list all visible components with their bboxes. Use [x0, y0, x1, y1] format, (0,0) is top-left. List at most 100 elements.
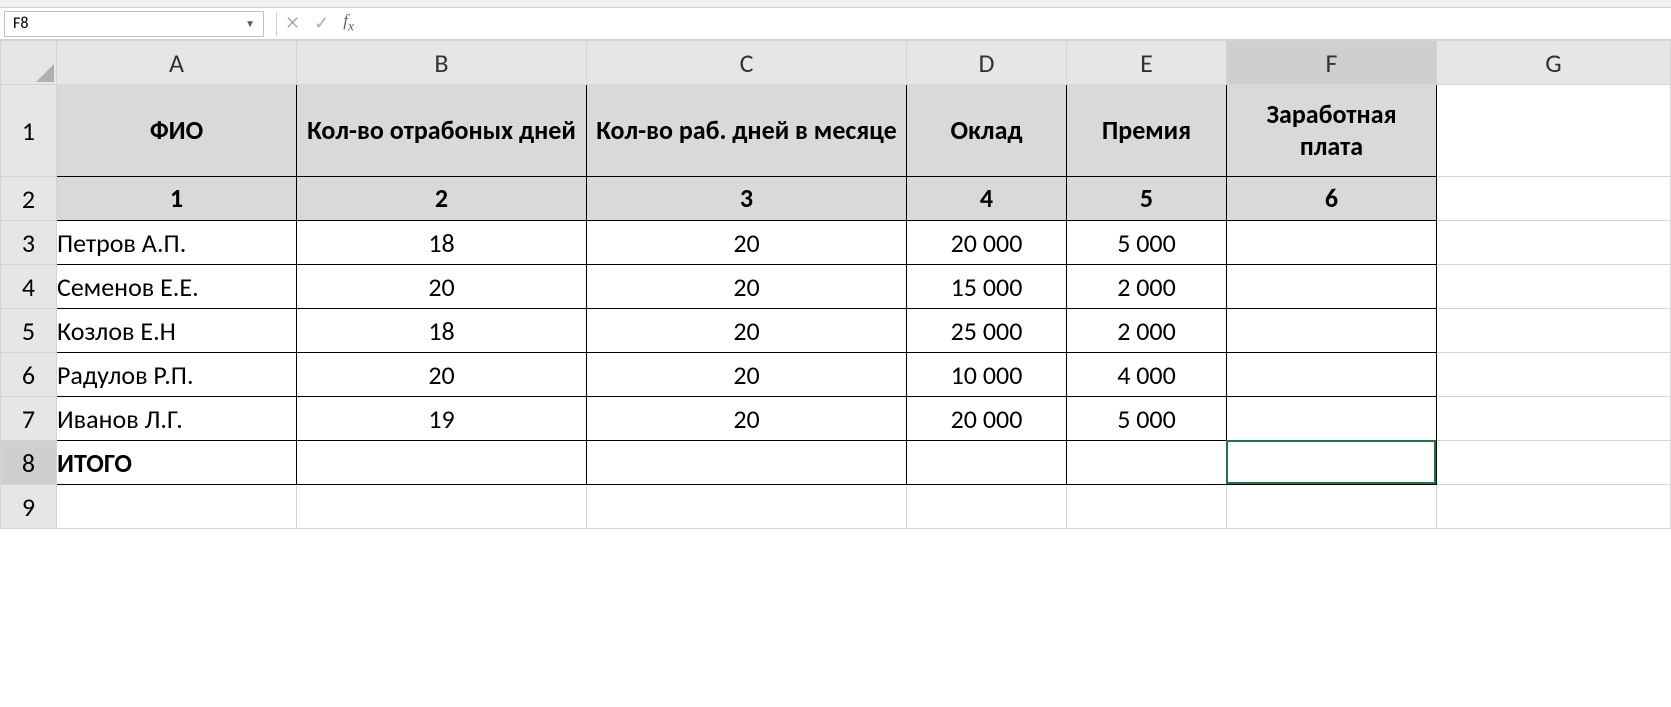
- cell-F2[interactable]: 6: [1227, 177, 1437, 221]
- cell-E2[interactable]: 5: [1067, 177, 1227, 221]
- cancel-icon: ✕: [285, 13, 300, 34]
- row-header-6[interactable]: 6: [1, 353, 57, 397]
- cell-G3[interactable]: [1437, 221, 1671, 265]
- cell-E4[interactable]: 2 000: [1067, 265, 1227, 309]
- col-header-C[interactable]: C: [587, 41, 907, 85]
- cell-E1[interactable]: Премия: [1067, 85, 1227, 177]
- cell-B1[interactable]: Кол-во отрабоных дней: [297, 85, 587, 177]
- cell-F7[interactable]: [1227, 397, 1437, 441]
- row-header-7[interactable]: 7: [1, 397, 57, 441]
- cell-E6[interactable]: 4 000: [1067, 353, 1227, 397]
- cell-D6[interactable]: 10 000: [907, 353, 1067, 397]
- col-header-D[interactable]: D: [907, 41, 1067, 85]
- table-row: 7 Иванов Л.Г. 19 20 20 000 5 000: [1, 397, 1671, 441]
- row-header-3[interactable]: 3: [1, 221, 57, 265]
- cell-B5[interactable]: 18: [297, 309, 587, 353]
- row-header-9[interactable]: 9: [1, 485, 57, 529]
- cell-B9[interactable]: [297, 485, 587, 529]
- cell-E9[interactable]: [1067, 485, 1227, 529]
- cell-C3[interactable]: 20: [587, 221, 907, 265]
- column-header-row: A B C D E F G: [1, 41, 1671, 85]
- cell-D7[interactable]: 20 000: [907, 397, 1067, 441]
- table-row: 9: [1, 485, 1671, 529]
- cell-G9[interactable]: [1437, 485, 1671, 529]
- cell-A7[interactable]: Иванов Л.Г.: [57, 397, 297, 441]
- cell-G7[interactable]: [1437, 397, 1671, 441]
- cell-B8[interactable]: [297, 441, 587, 485]
- cell-F8[interactable]: [1227, 441, 1437, 485]
- row-header-1[interactable]: 1: [1, 85, 57, 177]
- cell-D9[interactable]: [907, 485, 1067, 529]
- row-header-4[interactable]: 4: [1, 265, 57, 309]
- cell-A3[interactable]: Петров А.П.: [57, 221, 297, 265]
- cell-C4[interactable]: 20: [587, 265, 907, 309]
- spreadsheet-grid[interactable]: A B C D E F G 1 ФИО Кол-во отрабоных дне…: [0, 40, 1671, 529]
- divider: [276, 12, 277, 36]
- cell-D1[interactable]: Оклад: [907, 85, 1067, 177]
- chevron-down-icon: ▼: [245, 17, 255, 30]
- cell-G1[interactable]: [1437, 85, 1671, 177]
- col-header-E[interactable]: E: [1067, 41, 1227, 85]
- table-row: 6 Радулов Р.П. 20 20 10 000 4 000: [1, 353, 1671, 397]
- cell-B3[interactable]: 18: [297, 221, 587, 265]
- cell-C7[interactable]: 20: [587, 397, 907, 441]
- col-header-A[interactable]: A: [57, 41, 297, 85]
- select-all-corner[interactable]: [1, 41, 57, 85]
- cell-G5[interactable]: [1437, 309, 1671, 353]
- name-box-bar: F8 ▼ ✕ ✓ fx: [0, 8, 1671, 40]
- row-header-2[interactable]: 2: [1, 177, 57, 221]
- cell-F5[interactable]: [1227, 309, 1437, 353]
- cell-E3[interactable]: 5 000: [1067, 221, 1227, 265]
- ribbon-bottom-edge: [0, 0, 1671, 8]
- cell-C6[interactable]: 20: [587, 353, 907, 397]
- cell-G8[interactable]: [1437, 441, 1671, 485]
- cell-C9[interactable]: [587, 485, 907, 529]
- cell-A6[interactable]: Радулов Р.П.: [57, 353, 297, 397]
- table-row: 5 Козлов Е.Н 18 20 25 000 2 000: [1, 309, 1671, 353]
- cell-G4[interactable]: [1437, 265, 1671, 309]
- enter-icon: ✓: [314, 13, 329, 34]
- col-header-G[interactable]: G: [1437, 41, 1671, 85]
- cell-A1[interactable]: ФИО: [57, 85, 297, 177]
- formula-bar-buttons: ✕ ✓ fx: [285, 11, 354, 35]
- table-row: 8 ИТОГО: [1, 441, 1671, 485]
- cell-F1[interactable]: Заработная плата: [1227, 85, 1437, 177]
- cell-B4[interactable]: 20: [297, 265, 587, 309]
- cell-B2[interactable]: 2: [297, 177, 587, 221]
- cell-C8[interactable]: [587, 441, 907, 485]
- cell-D2[interactable]: 4: [907, 177, 1067, 221]
- cell-B6[interactable]: 20: [297, 353, 587, 397]
- cell-A8[interactable]: ИТОГО: [57, 441, 297, 485]
- cell-D3[interactable]: 20 000: [907, 221, 1067, 265]
- table-row: 3 Петров А.П. 18 20 20 000 5 000: [1, 221, 1671, 265]
- table-row: 4 Семенов Е.Е. 20 20 15 000 2 000: [1, 265, 1671, 309]
- col-header-B[interactable]: B: [297, 41, 587, 85]
- cell-E7[interactable]: 5 000: [1067, 397, 1227, 441]
- cell-G6[interactable]: [1437, 353, 1671, 397]
- cell-G2[interactable]: [1437, 177, 1671, 221]
- row-header-5[interactable]: 5: [1, 309, 57, 353]
- cell-A9[interactable]: [57, 485, 297, 529]
- cell-C5[interactable]: 20: [587, 309, 907, 353]
- cell-F9[interactable]: [1227, 485, 1437, 529]
- cell-A2[interactable]: 1: [57, 177, 297, 221]
- formula-bar-input[interactable]: [374, 11, 1671, 37]
- name-box-value: F8: [13, 14, 28, 33]
- cell-D8[interactable]: [907, 441, 1067, 485]
- fx-icon[interactable]: fx: [343, 11, 354, 35]
- cell-E5[interactable]: 2 000: [1067, 309, 1227, 353]
- cell-C2[interactable]: 3: [587, 177, 907, 221]
- row-header-8[interactable]: 8: [1, 441, 57, 485]
- cell-D4[interactable]: 15 000: [907, 265, 1067, 309]
- cell-B7[interactable]: 19: [297, 397, 587, 441]
- cell-E8[interactable]: [1067, 441, 1227, 485]
- col-header-F[interactable]: F: [1227, 41, 1437, 85]
- name-box[interactable]: F8 ▼: [4, 11, 264, 37]
- cell-F3[interactable]: [1227, 221, 1437, 265]
- cell-F6[interactable]: [1227, 353, 1437, 397]
- cell-C1[interactable]: Кол-во раб. дней в месяце: [587, 85, 907, 177]
- cell-A4[interactable]: Семенов Е.Е.: [57, 265, 297, 309]
- cell-A5[interactable]: Козлов Е.Н: [57, 309, 297, 353]
- cell-F4[interactable]: [1227, 265, 1437, 309]
- cell-D5[interactable]: 25 000: [907, 309, 1067, 353]
